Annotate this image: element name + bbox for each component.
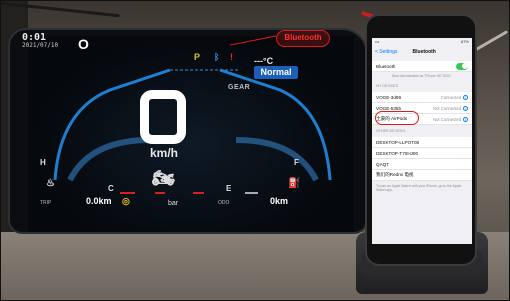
device-name: DESKTOP-LLPOT08 <box>376 139 420 145</box>
pressure-unit: bar <box>168 200 179 207</box>
device-name: DESKTOP-T70HJ00 <box>376 150 419 156</box>
device-row[interactable]: QAQT <box>372 159 472 170</box>
bluetooth-label: Bluetooth <box>376 63 396 69</box>
fuel-pump-icon: ⛽ <box>288 178 301 189</box>
tire-pressure-icon: ◎ <box>122 196 130 206</box>
coolant-icon: ♨ <box>46 178 55 189</box>
device-row[interactable]: DESKTOP-T70HJ00 <box>372 148 472 159</box>
device-name: VOGE-3d99 <box>376 94 402 100</box>
info-icon[interactable]: i <box>463 94 468 100</box>
other-devices-list: DESKTOP-LLPOT08 DESKTOP-T70HJ00 QAQT 我们的… <box>372 137 472 181</box>
device-row[interactable]: VOGE-3d99 Connected i <box>372 92 472 103</box>
device-status: Connected <box>440 94 461 100</box>
status-bar: ••• 87% <box>372 38 472 46</box>
speed-digit-zero <box>140 90 186 144</box>
fuel-empty-marker: E <box>226 184 232 193</box>
phone-screen: ••• 87% < Settings Bluetooth Bluetooth N… <box>372 38 472 244</box>
connected-device-highlight <box>375 111 419 125</box>
bluetooth-toggle-group: Bluetooth <box>372 61 472 72</box>
device-name: VOGE-535b <box>376 105 402 111</box>
gear-indicator-o: O <box>78 36 89 52</box>
device-row[interactable]: DESKTOP-LLPOT08 <box>372 137 472 148</box>
section-header: MY DEVICES <box>376 84 399 88</box>
odometer-icon: ODO <box>218 200 230 206</box>
speed-unit: km/h <box>150 146 179 160</box>
back-button[interactable]: < Settings <box>375 49 397 55</box>
discoverable-note: Now discoverable as "iPhone SE 2020". <box>391 74 453 78</box>
gear-label: GEAR <box>228 84 251 91</box>
temp-cold-marker: C <box>108 184 114 193</box>
page-title: Bluetooth <box>412 49 436 55</box>
bluetooth-icon: ᛒ <box>214 52 220 62</box>
bluetooth-toggle[interactable] <box>456 62 468 70</box>
device-status: Not Connected <box>433 116 461 122</box>
info-icon[interactable]: i <box>463 116 468 122</box>
clock-date: 2021/07/10 <box>22 42 59 49</box>
trip-label: TRIP <box>40 200 52 206</box>
device-name: 我们的Redmi 电视 <box>376 172 414 177</box>
odometer-value: 0km <box>270 196 289 206</box>
bluetooth-toggle-row[interactable]: Bluetooth <box>372 61 472 72</box>
fuel-full-marker: F <box>294 158 299 167</box>
footer-note: To pair an Apple Watch with your iPhone,… <box>376 184 462 192</box>
signal-indicator: ••• <box>375 39 380 44</box>
warning-indicator: P <box>194 52 201 62</box>
temperature-readout: ---°C <box>254 56 274 66</box>
battery-indicator: 87% <box>460 39 469 44</box>
device-status: Not Connected <box>433 105 461 111</box>
bluetooth-callout: Bluetooth <box>276 30 330 47</box>
warning-indicator: ! <box>230 52 233 62</box>
temp-high-marker: H <box>40 158 46 167</box>
nav-bar: < Settings Bluetooth <box>372 46 472 58</box>
info-icon[interactable]: i <box>463 105 468 111</box>
riding-mode-badge: Normal <box>254 66 298 79</box>
motorcycle-icon: 🏍 <box>152 168 175 188</box>
device-name: QAQT <box>376 161 390 167</box>
trip-value: 0.0km <box>86 196 112 206</box>
device-row[interactable]: 我们的Redmi 电视 <box>372 170 472 181</box>
section-header: OTHER DEVICES <box>376 129 406 133</box>
